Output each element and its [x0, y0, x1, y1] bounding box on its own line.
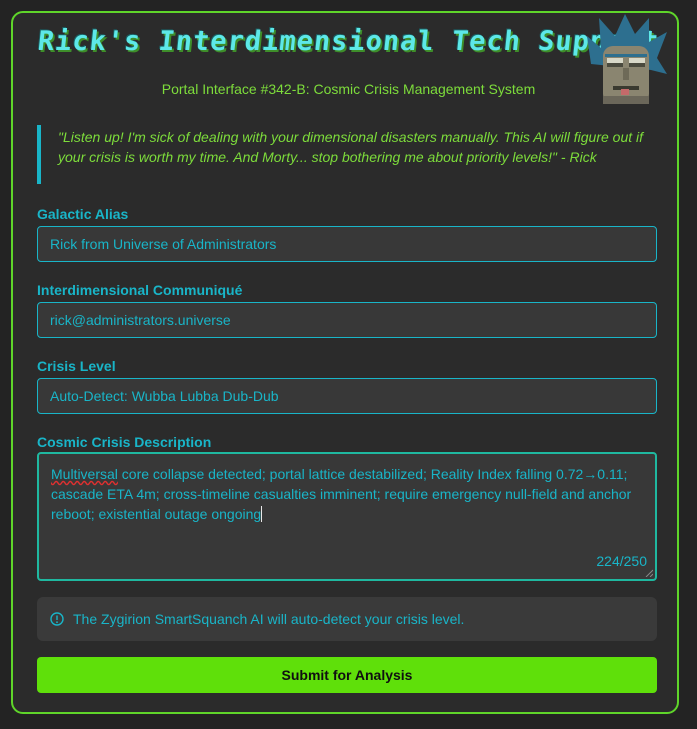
char-counter: 224/250 [596, 553, 647, 569]
misspelled-word: Multiversal [51, 466, 118, 482]
alias-label: Galactic Alias [37, 206, 129, 222]
info-icon [50, 612, 64, 626]
page-subtitle: Portal Interface #342-B: Cosmic Crisis M… [161, 81, 536, 97]
description-label: Cosmic Crisis Description [37, 434, 212, 450]
crisis-level-select[interactable] [37, 378, 657, 414]
text-caret [261, 506, 263, 522]
resize-handle-icon[interactable] [645, 569, 653, 577]
submit-button[interactable]: Submit for Analysis [37, 657, 657, 693]
info-banner: The Zygirion SmartSquanch AI will auto-d… [37, 597, 657, 641]
info-text: The Zygirion SmartSquanch AI will auto-d… [73, 611, 465, 627]
description-text: core collapse detected; portal lattice d… [51, 466, 632, 522]
email-input[interactable] [37, 302, 657, 338]
alias-input[interactable] [37, 226, 657, 262]
rick-quote: "Listen up! I'm sick of dealing with you… [37, 125, 655, 184]
email-label: Interdimensional Communiqué [37, 282, 243, 298]
description-textarea[interactable]: Multiversal core collapse detected; port… [37, 452, 657, 581]
crisis-level-label: Crisis Level [37, 358, 116, 374]
